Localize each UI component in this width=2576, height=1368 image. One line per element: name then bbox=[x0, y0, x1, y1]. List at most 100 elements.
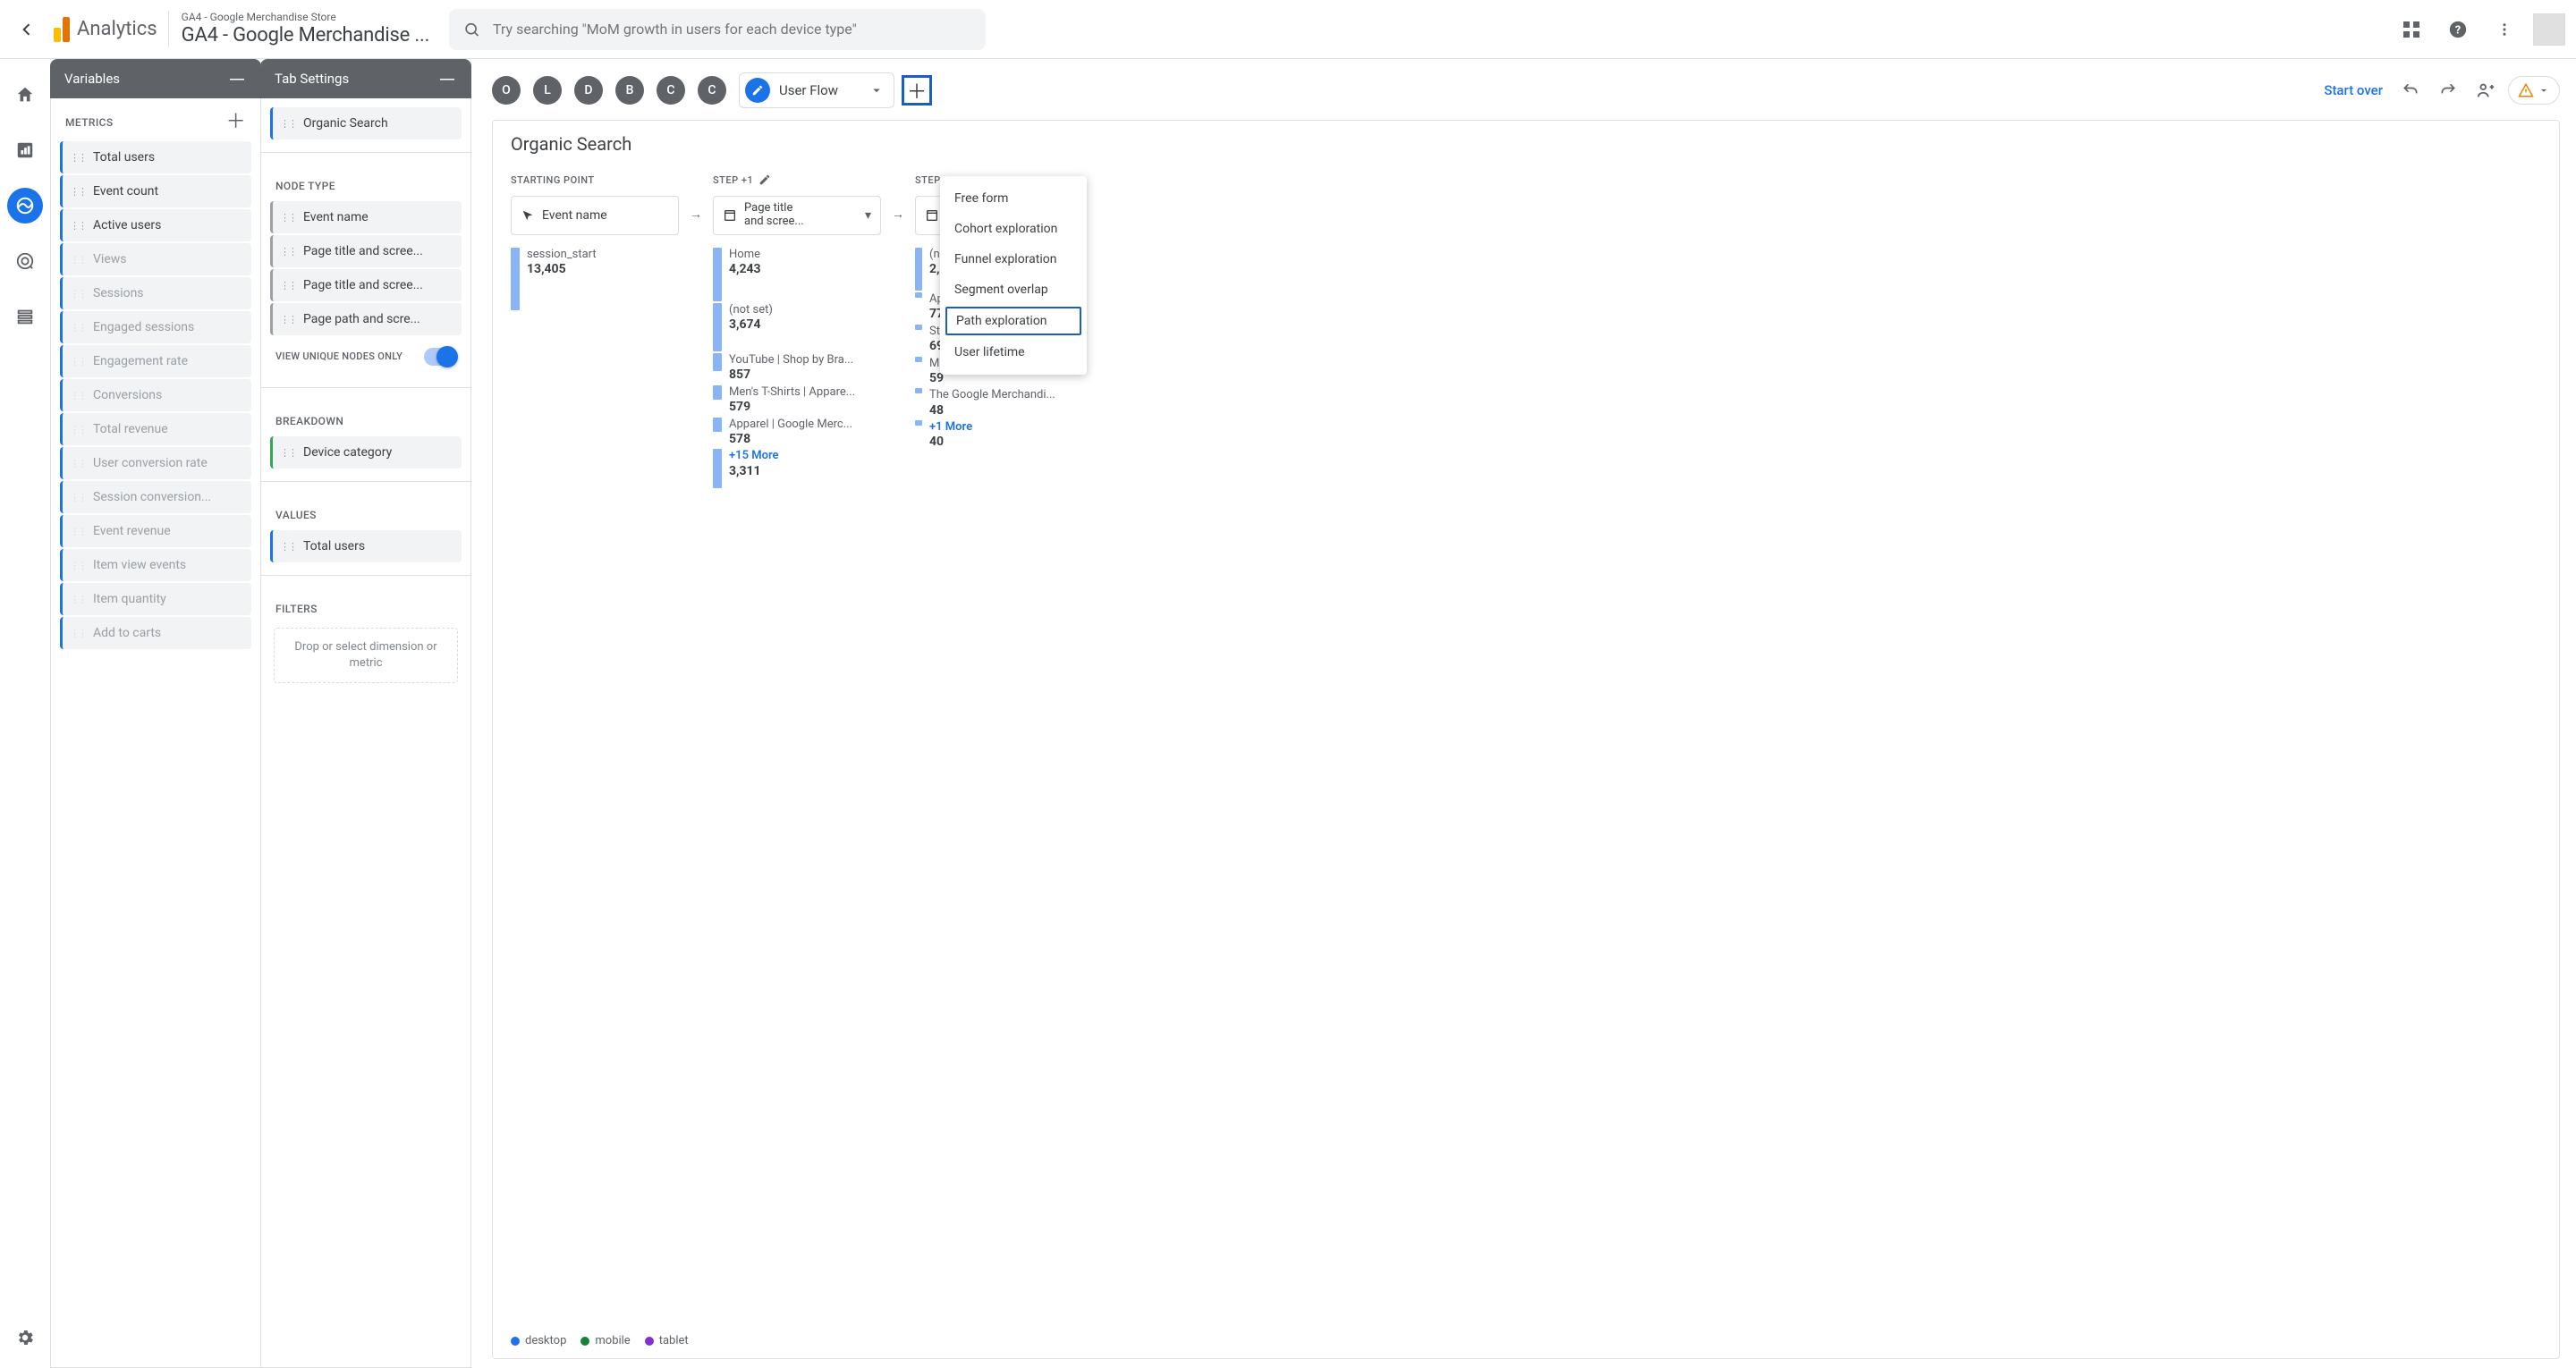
mini-tab[interactable]: L bbox=[533, 76, 562, 105]
metric-chip[interactable]: ⋮⋮Total users bbox=[60, 141, 251, 173]
undo-button[interactable] bbox=[2395, 75, 2426, 106]
metric-chip[interactable]: ⋮⋮Engagement rate bbox=[60, 345, 251, 377]
node-type-chip[interactable]: ⋮⋮Page title and scree... bbox=[270, 235, 462, 267]
step-column-1: STEP +1 Page title and scree... ▾ bbox=[713, 171, 881, 489]
warning-icon bbox=[2518, 82, 2534, 98]
edit-step-icon[interactable] bbox=[758, 173, 771, 186]
metric-chip[interactable]: ⋮⋮ Conversions bbox=[60, 379, 251, 411]
chip-label: Active users bbox=[93, 218, 161, 232]
search-bar[interactable] bbox=[449, 9, 986, 50]
node-type-header: NODE TYPE bbox=[275, 180, 335, 192]
add-metric-button[interactable]: ＋ bbox=[226, 113, 246, 132]
segment-label: Organic Search bbox=[303, 116, 388, 131]
node-value: 4,243 bbox=[729, 262, 761, 278]
values-chip[interactable]: ⋮⋮ Total users bbox=[270, 530, 462, 562]
step-header: STARTING POINT bbox=[511, 171, 679, 189]
product-logo[interactable]: Analytics bbox=[54, 17, 157, 42]
metric-chip[interactable]: ⋮⋮Views bbox=[60, 243, 251, 275]
metric-chip[interactable]: ⋮⋮Engaged sessions bbox=[60, 311, 251, 343]
segment-chip[interactable]: ⋮⋮ Organic Search bbox=[270, 107, 462, 139]
step0-selector[interactable]: Event name bbox=[511, 196, 679, 235]
mini-tab[interactable]: O bbox=[492, 76, 521, 105]
step1-selector[interactable]: Page title and scree... ▾ bbox=[713, 196, 881, 235]
account-switcher[interactable]: GA4 - Google Merchandise Store GA4 - Goo… bbox=[168, 11, 430, 47]
path-node[interactable]: (not set)3,674 bbox=[713, 303, 881, 351]
chip-label: Page title and scree... bbox=[303, 278, 423, 292]
redo-button[interactable] bbox=[2433, 75, 2463, 106]
filters-dropzone[interactable]: Drop or select dimension or metric bbox=[274, 628, 458, 683]
metric-chip[interactable]: ⋮⋮Event count bbox=[60, 175, 251, 207]
metric-chip[interactable]: ⋮⋮Item quantity bbox=[60, 583, 251, 615]
node-bar bbox=[511, 248, 520, 310]
chip-label: Page title and scree... bbox=[303, 244, 423, 258]
path-node[interactable]: Men's T-Shirts | Appare...579 bbox=[713, 385, 881, 416]
metric-chip[interactable]: ⋮⋮Sessions bbox=[60, 277, 251, 309]
unique-nodes-toggle[interactable] bbox=[424, 348, 456, 366]
menu-item[interactable]: Cohort exploration bbox=[940, 214, 1087, 244]
user-avatar[interactable] bbox=[2533, 13, 2565, 46]
grip-icon: ⋮⋮ bbox=[70, 390, 86, 401]
path-steps: STARTING POINT Event name session_start1… bbox=[511, 171, 2541, 489]
chevron-down-icon: ▾ bbox=[865, 208, 871, 223]
node-type-chip[interactable]: ⋮⋮Page title and scree... bbox=[270, 269, 462, 301]
path-node[interactable]: session_start13,405 bbox=[511, 248, 679, 310]
chip-label: Conversions bbox=[93, 388, 162, 402]
nav-admin-icon[interactable] bbox=[7, 1320, 43, 1355]
menu-item[interactable]: User lifetime bbox=[940, 337, 1087, 367]
step-arrow-icon: → bbox=[881, 207, 915, 222]
path-node[interactable]: YouTube | Shop by Bra...857 bbox=[713, 353, 881, 384]
menu-item[interactable]: Segment overlap bbox=[940, 274, 1087, 305]
add-tab-button[interactable]: ＋ bbox=[902, 75, 932, 106]
search-input[interactable] bbox=[493, 21, 971, 38]
menu-item[interactable]: Funnel exploration bbox=[940, 244, 1087, 274]
path-node[interactable]: +1 More40 bbox=[915, 420, 1055, 451]
collapse-button[interactable]: － bbox=[437, 64, 457, 93]
active-tab-name: User Flow bbox=[779, 82, 838, 98]
mini-tab[interactable]: D bbox=[574, 76, 603, 105]
mini-tab[interactable]: B bbox=[615, 76, 644, 105]
chip-label: Event count bbox=[93, 184, 158, 198]
back-button[interactable] bbox=[11, 13, 43, 46]
metric-chip[interactable]: ⋮⋮Session conversion... bbox=[60, 481, 251, 513]
metric-chip[interactable]: ⋮⋮Active users bbox=[60, 209, 251, 241]
metric-chip[interactable]: ⋮⋮Item view events bbox=[60, 549, 251, 581]
help-icon[interactable]: ? bbox=[2440, 12, 2476, 47]
menu-item[interactable]: Path exploration bbox=[945, 307, 1081, 335]
grip-icon: ⋮⋮ bbox=[70, 288, 86, 300]
path-node[interactable]: +15 More3,311 bbox=[713, 449, 881, 488]
metric-chip[interactable]: ⋮⋮User conversion rate bbox=[60, 447, 251, 479]
node-type-chip[interactable]: ⋮⋮Event name bbox=[270, 201, 462, 233]
path-node[interactable]: The Google Merchandi...48 bbox=[915, 388, 1055, 418]
nav-configure-icon[interactable] bbox=[7, 299, 43, 334]
collapse-button[interactable]: － bbox=[227, 64, 247, 93]
nav-advertising-icon[interactable] bbox=[7, 243, 43, 279]
mini-tab[interactable]: C bbox=[698, 76, 726, 105]
start-over-button[interactable]: Start over bbox=[2324, 82, 2383, 98]
metric-chip[interactable]: ⋮⋮Event revenue bbox=[60, 515, 251, 547]
filters-header: FILTERS bbox=[275, 603, 318, 615]
legend-item: tablet bbox=[645, 1334, 689, 1347]
node-bar bbox=[713, 385, 722, 400]
sampling-pill[interactable] bbox=[2508, 76, 2560, 105]
path-node[interactable]: Home4,243 bbox=[713, 248, 881, 301]
share-button[interactable] bbox=[2470, 75, 2501, 106]
mini-tab[interactable]: C bbox=[657, 76, 685, 105]
active-tab[interactable]: User Flow bbox=[739, 72, 894, 108]
more-icon[interactable] bbox=[2487, 12, 2522, 47]
tab-settings-title: Tab Settings bbox=[275, 71, 349, 87]
node-label: +15 More bbox=[729, 449, 779, 463]
metric-chip[interactable]: ⋮⋮Add to carts bbox=[60, 617, 251, 649]
node-type-chip[interactable]: ⋮⋮Page path and scre... bbox=[270, 303, 462, 335]
nav-explore-icon[interactable] bbox=[7, 188, 43, 224]
nav-home-icon[interactable] bbox=[7, 77, 43, 113]
path-node[interactable]: Apparel | Google Merc...578 bbox=[713, 418, 881, 448]
unique-nodes-label: VIEW UNIQUE NODES ONLY bbox=[275, 350, 402, 363]
grip-icon: ⋮⋮ bbox=[70, 322, 86, 334]
menu-item[interactable]: Free form bbox=[940, 183, 1087, 214]
breakdown-chip[interactable]: ⋮⋮ Device category bbox=[270, 436, 462, 469]
chip-label: Total users bbox=[93, 150, 155, 165]
metric-chip[interactable]: ⋮⋮Total revenue bbox=[60, 413, 251, 445]
nav-reports-icon[interactable] bbox=[7, 132, 43, 168]
apps-icon[interactable] bbox=[2394, 12, 2429, 47]
chevron-down-icon bbox=[869, 82, 885, 98]
